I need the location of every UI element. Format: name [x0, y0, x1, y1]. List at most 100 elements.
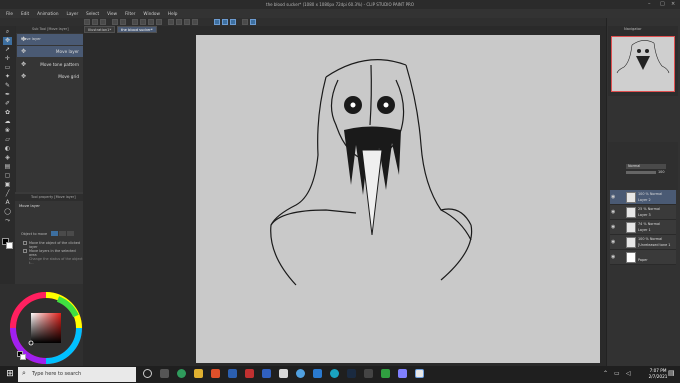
opacity-slider[interactable]	[626, 171, 656, 174]
firefox-icon[interactable]	[211, 369, 220, 378]
zoom-tool-icon[interactable]: ⌕	[3, 28, 12, 36]
undo-icon[interactable]	[112, 19, 118, 25]
menu-window[interactable]: Window	[143, 11, 160, 16]
save-icon[interactable]	[100, 19, 106, 25]
app-icon[interactable]	[245, 369, 254, 378]
eye-icon[interactable]: ◉	[611, 239, 615, 245]
auto-select-tool-icon[interactable]: ✦	[3, 73, 12, 81]
volume-icon[interactable]: ◁	[626, 370, 631, 377]
clip-studio-icon[interactable]	[415, 369, 424, 378]
object-layer-button[interactable]	[51, 231, 58, 236]
color-wheel[interactable]	[0, 284, 83, 366]
frame-tool-icon[interactable]: ▣	[3, 181, 12, 189]
drawing-canvas[interactable]	[196, 35, 600, 363]
blend-tool-icon[interactable]: ◐	[3, 145, 12, 153]
fill-tool-icon[interactable]: ◈	[3, 154, 12, 162]
cortana-icon[interactable]	[143, 369, 152, 378]
layer-row[interactable]: ◉ Paper	[610, 250, 676, 265]
menu-edit[interactable]: Edit	[21, 11, 29, 16]
app-icon[interactable]	[279, 369, 288, 378]
taskbar-search-box[interactable]: ⌕ Type here to search	[18, 367, 136, 382]
menu-filter[interactable]: Filter	[125, 11, 135, 16]
eye-icon[interactable]: ◉	[611, 224, 615, 230]
snap-grid-icon[interactable]	[230, 19, 236, 25]
snap-special-ruler-icon[interactable]	[222, 19, 228, 25]
navigator-preview[interactable]	[611, 36, 675, 92]
app-icon[interactable]	[296, 369, 305, 378]
app-icon[interactable]	[313, 369, 322, 378]
store-icon[interactable]	[228, 369, 237, 378]
sub-tool-item[interactable]: ✥ Move grid	[17, 71, 83, 82]
tab-illustration1[interactable]: Illustration1*	[84, 26, 116, 33]
deselect-icon[interactable]	[176, 19, 182, 25]
redo-icon[interactable]	[120, 19, 126, 25]
layer-row[interactable]: ◉ 25 % Normal Layer 3	[610, 205, 676, 220]
snap-ruler-icon[interactable]	[214, 19, 220, 25]
brush-tool-icon[interactable]: ✿	[3, 109, 12, 117]
eye-icon[interactable]: ◉	[611, 209, 615, 215]
decoration-tool-icon[interactable]: ❀	[3, 127, 12, 135]
transform-icon[interactable]	[168, 19, 174, 25]
menu-select[interactable]: Select	[86, 11, 99, 16]
eraser-tool-icon[interactable]: ▱	[3, 136, 12, 144]
edge-icon[interactable]	[177, 369, 186, 378]
menu-view[interactable]: View	[107, 11, 117, 16]
network-icon[interactable]: ▭	[614, 370, 620, 377]
show-selection-icon[interactable]	[192, 19, 198, 25]
menu-layer[interactable]: Layer	[66, 11, 78, 16]
operation-tool-icon[interactable]: ➚	[3, 46, 12, 54]
new-file-icon[interactable]	[84, 19, 90, 25]
menu-file[interactable]: File	[6, 11, 13, 16]
correct-line-tool-icon[interactable]: ⤳	[3, 217, 12, 225]
app-icon[interactable]	[398, 369, 407, 378]
object-tone-button[interactable]	[59, 231, 66, 236]
close-icon[interactable]: ×	[671, 1, 675, 7]
eye-icon[interactable]: ◉	[611, 194, 615, 200]
file-explorer-icon[interactable]	[194, 369, 203, 378]
object-grid-button[interactable]	[67, 231, 74, 236]
tab-blood-sucker[interactable]: the blood sucker*	[117, 26, 157, 33]
pen-tool-icon[interactable]: ✒	[3, 91, 12, 99]
layer-row[interactable]: ◉ 74 % Normal Layer 1	[610, 220, 676, 235]
move-layer-tool-icon[interactable]: ✛	[3, 55, 12, 63]
minimize-icon[interactable]: –	[648, 1, 651, 7]
copy-icon[interactable]	[148, 19, 154, 25]
sub-tool-item[interactable]: ✥ Move layer	[17, 34, 83, 45]
figure-tool-icon[interactable]: ▢	[3, 172, 12, 180]
airbrush-tool-icon[interactable]: ☁	[3, 118, 12, 126]
app-icon[interactable]	[262, 369, 271, 378]
sub-tool-item[interactable]: ✥ Move tone pattern	[17, 59, 83, 70]
system-tray-icon[interactable]: ⌃	[603, 370, 608, 377]
open-file-icon[interactable]	[92, 19, 98, 25]
clear-icon[interactable]	[132, 19, 138, 25]
move-selected-area-checkbox[interactable]	[23, 249, 27, 253]
color-swatch-icon[interactable]	[242, 19, 248, 25]
layer-row[interactable]: ◉ 100 % Normal Layer 2	[610, 190, 676, 205]
notification-icon[interactable]: ▤	[668, 369, 677, 378]
app-icon[interactable]	[381, 369, 390, 378]
eyedropper-tool-icon[interactable]: ✎	[3, 82, 12, 90]
maximize-icon[interactable]: □	[660, 1, 665, 7]
pencil-tool-icon[interactable]: ✐	[3, 100, 12, 108]
color-icon[interactable]	[250, 19, 256, 25]
menu-animation[interactable]: Animation	[37, 11, 58, 16]
sub-color-chip[interactable]	[20, 354, 26, 360]
task-view-icon[interactable]	[160, 369, 169, 378]
steam-icon[interactable]	[347, 369, 356, 378]
selection-tool-icon[interactable]: ▭	[3, 64, 12, 72]
blend-mode-select[interactable]: Normal	[626, 164, 666, 169]
gradient-tool-icon[interactable]: ▤	[3, 163, 12, 171]
balloon-tool-icon[interactable]: ◯	[3, 208, 12, 216]
invert-selection-icon[interactable]	[184, 19, 190, 25]
move-tool-icon[interactable]: ✥	[3, 37, 12, 45]
app-icon[interactable]	[330, 369, 339, 378]
menu-help[interactable]: Help	[168, 11, 178, 16]
cut-icon[interactable]	[140, 19, 146, 25]
ruler-tool-icon[interactable]: ╱	[3, 190, 12, 198]
sub-tool-item[interactable]: ✥ Move layer	[17, 46, 83, 57]
layer-row[interactable]: ◉ 100 % Normal [Unreleased tone 1	[610, 235, 676, 250]
windows-start-icon[interactable]: ⊞	[4, 368, 16, 381]
app-icon[interactable]	[364, 369, 373, 378]
sub-color-swatch[interactable]	[6, 242, 13, 249]
text-tool-icon[interactable]: A	[3, 199, 12, 207]
